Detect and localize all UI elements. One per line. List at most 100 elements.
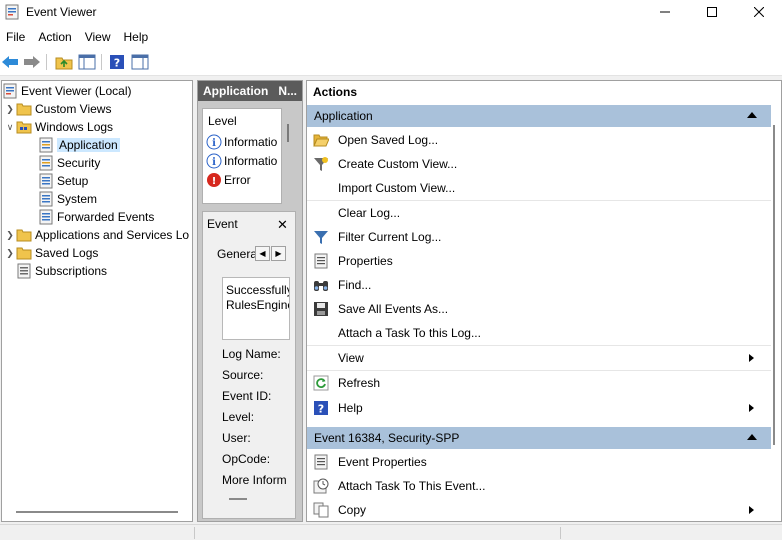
section-event[interactable]: Event 16384, Security-SPP <box>307 427 771 449</box>
action-label: Save All Events As... <box>338 302 449 316</box>
menu-bar: File Action View Help <box>0 26 782 48</box>
action-clear-log[interactable]: Clear Log... <box>307 202 771 224</box>
svg-text:i: i <box>212 157 216 168</box>
tree-item-applications-and-services-logs[interactable]: ❯ Applications and Services Lo <box>4 226 189 244</box>
filter-icon <box>313 229 329 245</box>
svg-text:?: ? <box>318 403 324 416</box>
horizontal-scrollbar[interactable] <box>16 511 178 513</box>
action-open-saved-log[interactable]: Open Saved Log... <box>307 129 771 151</box>
windows-logs-folder-icon <box>16 119 32 135</box>
tab-scroll-right-icon[interactable]: ▶ <box>271 246 286 261</box>
console-tree: Event Viewer (Local) ❯ Custom Views ∨ Wi… <box>1 80 193 522</box>
action-label: Filter Current Log... <box>338 230 442 244</box>
action-copy[interactable]: Copy <box>307 499 771 521</box>
event-list[interactable]: Level i Informatio i Informatio ! Error <box>202 108 282 204</box>
submenu-arrow-icon <box>749 404 754 412</box>
show-hide-console-tree-button[interactable] <box>77 52 97 72</box>
toolbar: ? <box>0 48 782 76</box>
tree-item-label: Custom Views <box>35 102 112 116</box>
menu-view[interactable]: View <box>79 26 118 48</box>
subscriptions-icon <box>16 263 32 279</box>
back-arrow-icon <box>2 56 18 68</box>
collapse-icon[interactable] <box>747 434 757 440</box>
show-hide-action-pane-button[interactable] <box>130 52 150 72</box>
action-import-custom-view[interactable]: Import Custom View... <box>307 177 771 199</box>
collapse-icon[interactable] <box>747 112 757 118</box>
minimize-button[interactable] <box>642 0 688 24</box>
action-filter-current-log[interactable]: Filter Current Log... <box>307 226 771 248</box>
log-pane: Application N... Level i Informatio i In… <box>197 80 303 522</box>
action-find[interactable]: Find... <box>307 274 771 296</box>
section-title: Application <box>314 109 373 123</box>
vertical-scrollbar[interactable] <box>287 124 289 142</box>
event-row[interactable]: i Informatio <box>206 152 277 170</box>
menu-action[interactable]: Action <box>32 26 78 48</box>
tree-item-label: Applications and Services Lo <box>35 228 190 242</box>
action-save-all-events-as[interactable]: Save All Events As... <box>307 298 771 320</box>
tab-scroll-left-icon[interactable]: ◀ <box>255 246 270 261</box>
event-row[interactable]: ! Error <box>206 171 251 189</box>
tree-item-application[interactable]: Application <box>38 136 120 154</box>
tab-general[interactable]: General <box>213 244 255 264</box>
toolbar-separator <box>46 54 47 70</box>
close-button[interactable] <box>736 0 782 24</box>
back-button[interactable] <box>0 52 20 72</box>
field-event-id: Event ID: <box>222 389 272 403</box>
tree-item-event-viewer-local[interactable]: Event Viewer (Local) <box>2 82 132 100</box>
up-folder-button[interactable] <box>54 52 74 72</box>
forward-button[interactable] <box>22 52 42 72</box>
field-user: User: <box>222 431 251 445</box>
chevron-right-icon[interactable]: ❯ <box>4 248 16 259</box>
section-application[interactable]: Application <box>307 105 771 127</box>
action-event-properties[interactable]: Event Properties <box>307 451 771 473</box>
action-attach-task-to-event[interactable]: Attach Task To This Event... <box>307 475 771 497</box>
tree-item-windows-logs[interactable]: ∨ Windows Logs <box>4 118 113 136</box>
maximize-button[interactable] <box>689 0 735 24</box>
action-view[interactable]: View <box>307 347 771 369</box>
tree-item-subscriptions[interactable]: Subscriptions <box>16 262 107 280</box>
field-log-name: Log Name: <box>222 347 281 361</box>
folder-icon <box>16 245 32 261</box>
chevron-right-icon[interactable]: ❯ <box>4 230 16 241</box>
folder-icon <box>16 101 32 117</box>
tree-item-forwarded-events[interactable]: Forwarded Events <box>38 208 154 226</box>
tree-item-label: Subscriptions <box>35 264 108 278</box>
event-description[interactable]: Successfully RulesEngine <box>222 277 290 340</box>
action-refresh[interactable]: Refresh <box>307 372 771 394</box>
help-button[interactable]: ? <box>107 52 127 72</box>
log-icon <box>38 173 54 189</box>
action-create-custom-view[interactable]: Create Custom View... <box>307 153 771 175</box>
menu-help[interactable]: Help <box>118 26 156 48</box>
event-level: Informatio <box>224 154 278 168</box>
close-icon[interactable]: ✕ <box>277 217 288 233</box>
action-help[interactable]: ? Help <box>307 397 771 419</box>
tree-item-saved-logs[interactable]: ❯ Saved Logs <box>4 244 98 262</box>
tree-item-security[interactable]: Security <box>38 154 100 172</box>
separator <box>307 370 771 371</box>
save-icon <box>313 301 329 317</box>
vertical-scrollbar[interactable] <box>773 125 775 445</box>
action-label: Find... <box>338 278 372 292</box>
field-more-information[interactable]: More Inform <box>222 473 287 487</box>
task-clock-icon <box>313 478 329 494</box>
event-row[interactable]: i Informatio <box>206 133 277 151</box>
chevron-down-icon[interactable]: ∨ <box>4 122 16 133</box>
actions-title: Actions <box>313 85 358 99</box>
column-header-level[interactable]: Level <box>208 114 237 128</box>
minimize-icon <box>660 11 670 13</box>
svg-text:?: ? <box>114 57 120 70</box>
chevron-right-icon[interactable]: ❯ <box>4 104 16 115</box>
log-icon <box>38 155 54 171</box>
action-properties[interactable]: Properties <box>307 250 771 272</box>
action-label: Attach a Task To this Log... <box>338 326 481 340</box>
tree-item-setup[interactable]: Setup <box>38 172 88 190</box>
horizontal-scrollbar[interactable] <box>229 498 247 500</box>
menu-file[interactable]: File <box>0 26 32 48</box>
tree-item-custom-views[interactable]: ❯ Custom Views <box>4 100 111 118</box>
properties-icon <box>313 253 329 269</box>
information-icon: i <box>206 134 222 150</box>
action-attach-task-to-log[interactable]: Attach a Task To this Log... <box>307 322 771 344</box>
svg-text:i: i <box>212 138 216 149</box>
folder-icon <box>16 227 32 243</box>
tree-item-system[interactable]: System <box>38 190 97 208</box>
